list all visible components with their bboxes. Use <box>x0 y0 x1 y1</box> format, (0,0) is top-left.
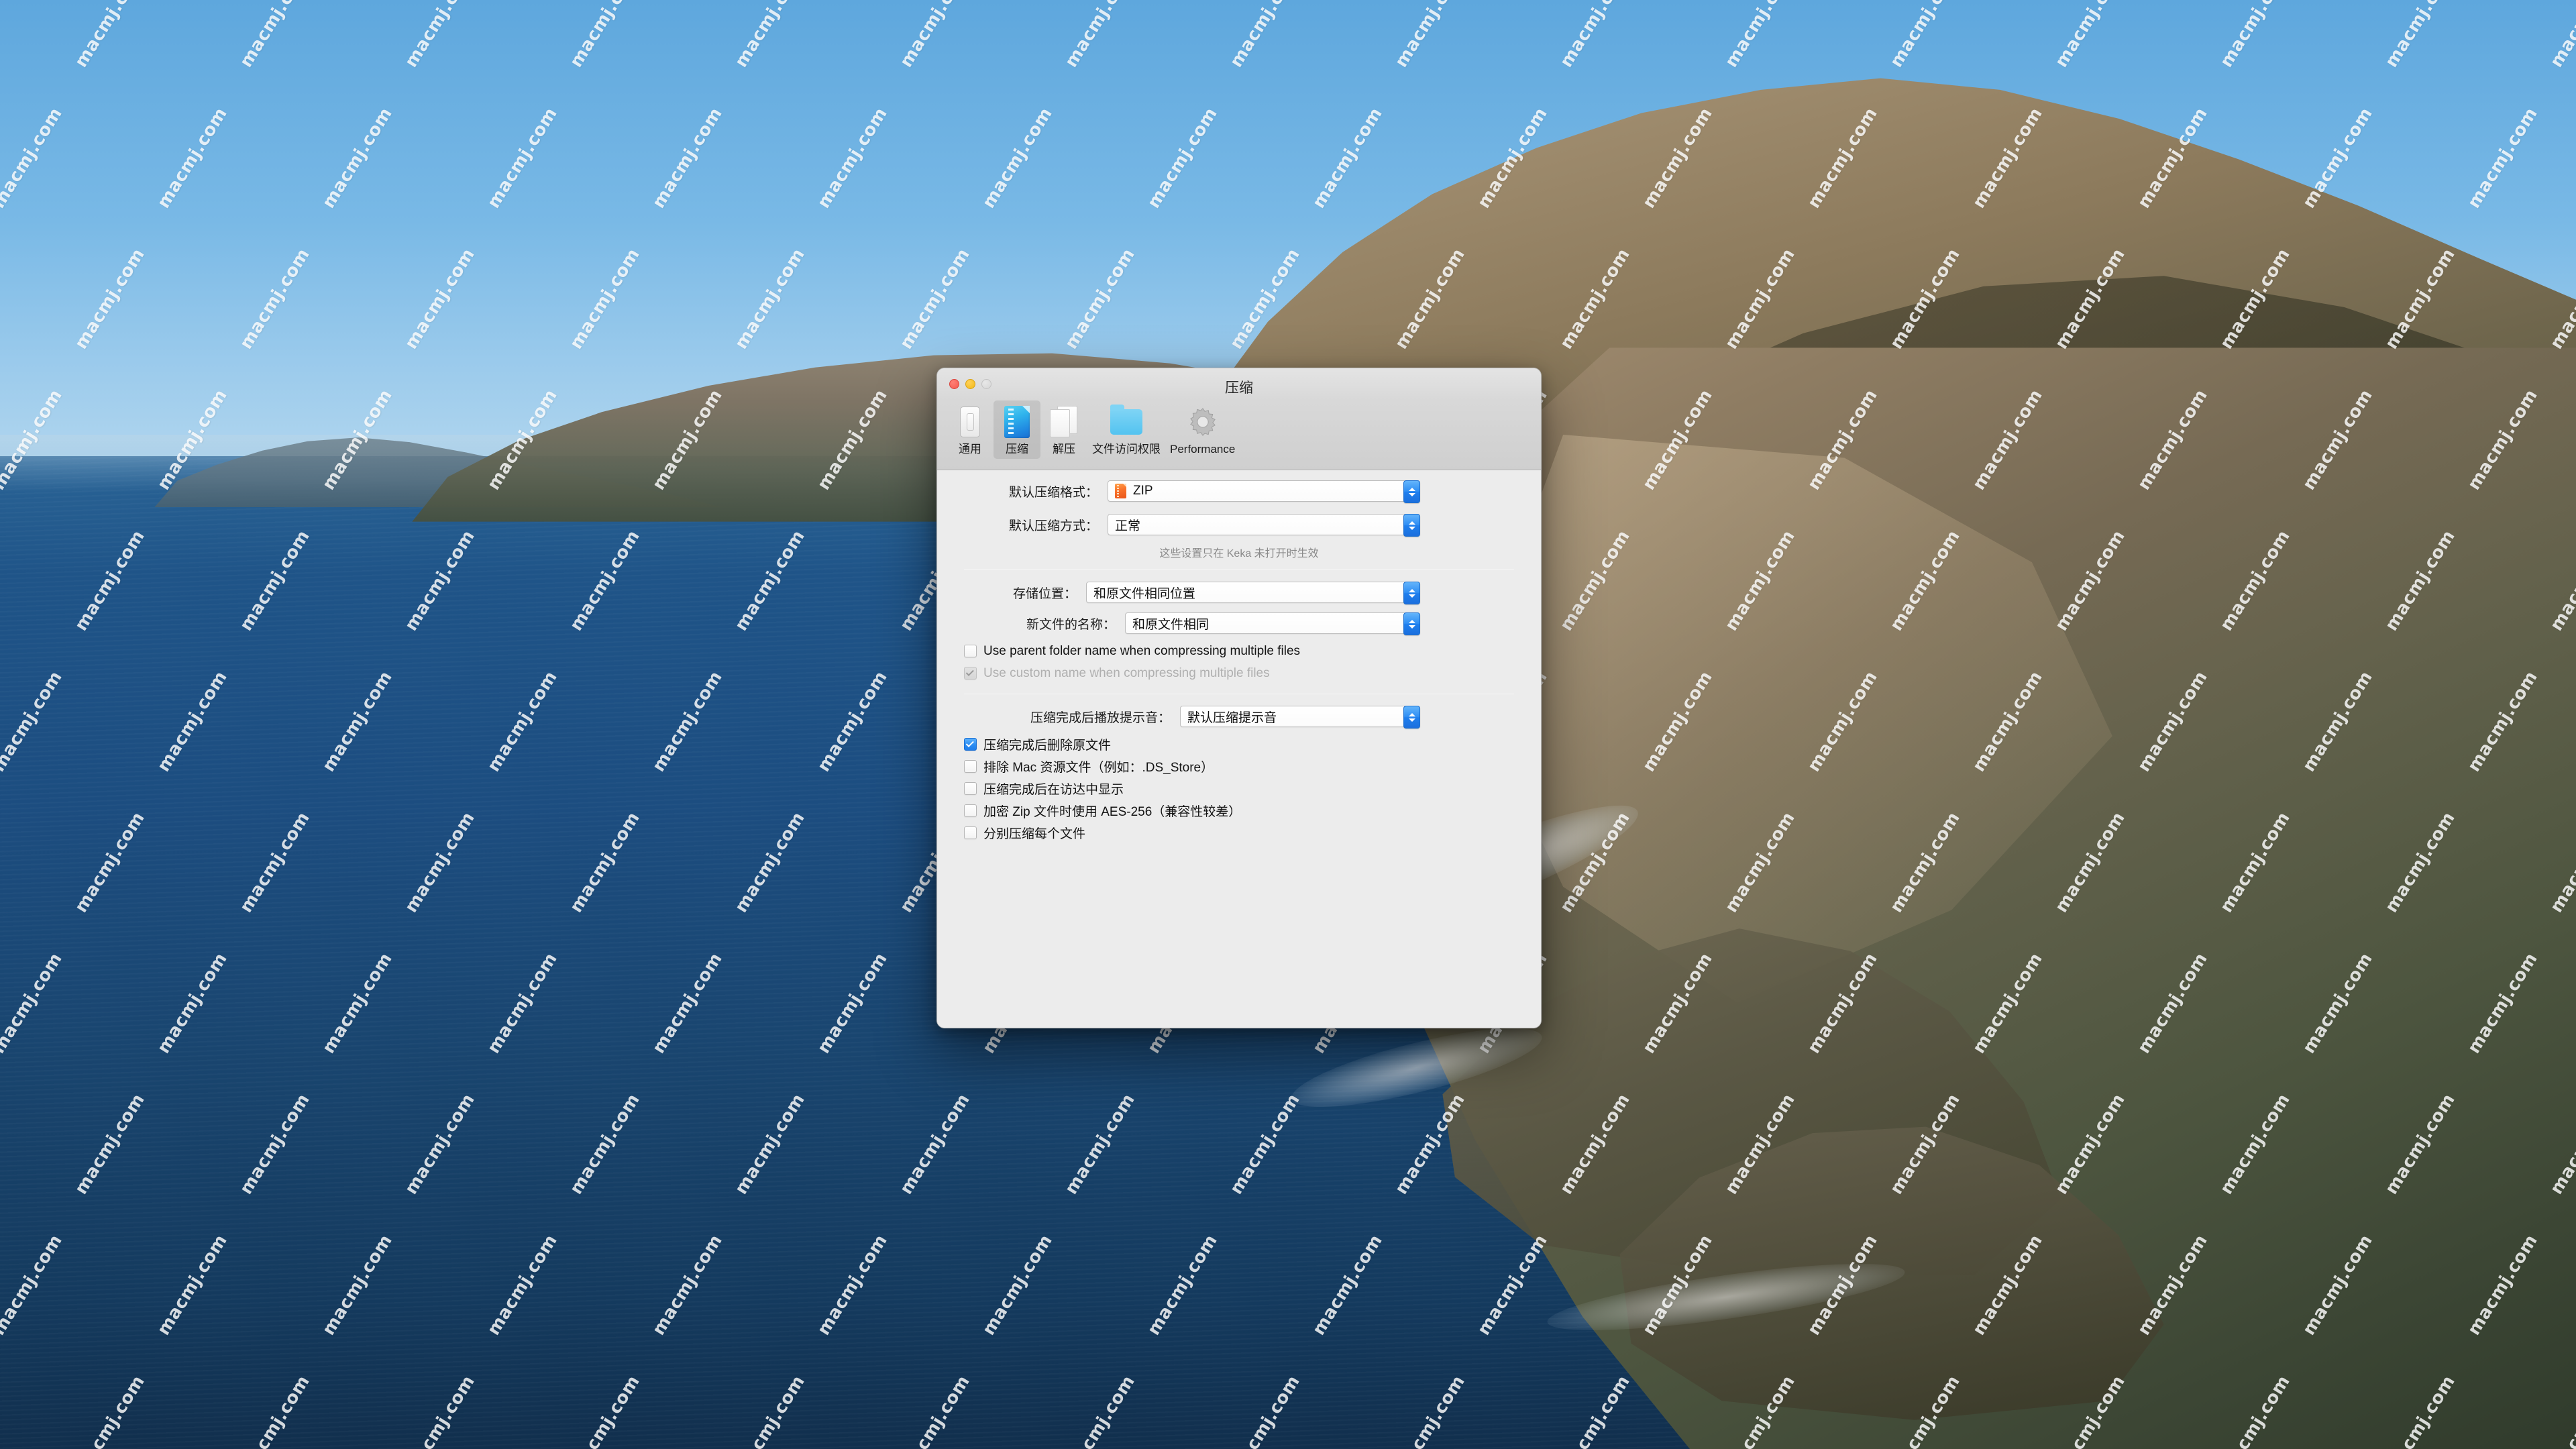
settings-hint: 这些设置只在 Keka 未打开时生效 <box>1159 548 1319 559</box>
new-file-name-value: 和原文件相同 <box>1132 617 1210 632</box>
preferences-toolbar: 通用 压缩 解压 文件访问权限 Performance <box>937 400 1541 470</box>
save-location-dropdown[interactable]: 和原文件相同位置 <box>1086 582 1420 604</box>
reveal-in-finder-label: 压缩完成后在访达中显示 <box>983 783 1124 797</box>
tab-file-access-label: 文件访问权限 <box>1092 443 1161 455</box>
sound-stepper[interactable] <box>1403 706 1420 729</box>
default-method-value: 正常 <box>1115 519 1141 533</box>
compress-each-checkbox[interactable] <box>964 826 977 839</box>
switch-icon <box>953 403 987 441</box>
checkbox-row-use-custom-name: Use custom name when compressing multipl… <box>937 662 1541 684</box>
row-new-file-name: 新文件的名称： 和原文件相同 <box>937 609 1541 637</box>
row-default-format: 默认压缩格式： ZIP <box>937 477 1541 505</box>
checkbox-row-compress-each[interactable]: 分别压缩每个文件 <box>937 822 1541 844</box>
use-custom-name-checkbox <box>964 667 977 680</box>
default-method-label: 默认压缩方式： <box>1008 519 1098 533</box>
sound-dropdown[interactable]: 默认压缩提示音 <box>1180 706 1420 729</box>
folder-icon <box>1109 403 1144 441</box>
tab-file-access[interactable]: 文件访问权限 <box>1087 400 1165 459</box>
use-parent-folder-label: Use parent folder name when compressing … <box>983 643 1301 658</box>
save-location-stepper[interactable] <box>1403 582 1420 604</box>
default-method-dropdown[interactable]: 正常 <box>1108 514 1420 537</box>
exclude-mac-resource-label: 排除 Mac 资源文件（例如：.DS_Store） <box>983 761 1214 775</box>
compress-each-label: 分别压缩每个文件 <box>983 827 1086 841</box>
tab-performance-label: Performance <box>1170 443 1236 455</box>
use-parent-folder-checkbox[interactable] <box>964 645 977 657</box>
save-location-value: 和原文件相同位置 <box>1093 586 1196 601</box>
new-file-name-dropdown[interactable]: 和原文件相同 <box>1125 612 1420 635</box>
checkbox-row-use-parent-folder[interactable]: Use parent folder name when compressing … <box>937 640 1541 662</box>
tab-general[interactable]: 通用 <box>947 400 994 459</box>
new-file-name-label: 新文件的名称： <box>1026 617 1116 632</box>
delete-after-checkbox[interactable] <box>964 738 977 751</box>
pages-icon <box>1046 403 1081 441</box>
window-titlebar: 压缩 <box>937 368 1541 400</box>
row-default-method: 默认压缩方式： 正常 <box>937 511 1541 539</box>
window-title: 压缩 <box>1225 380 1253 396</box>
tab-extraction-label: 解压 <box>1053 443 1075 455</box>
zip-archive-icon <box>1115 484 1126 498</box>
default-format-dropdown[interactable]: ZIP <box>1108 480 1420 503</box>
zip-file-icon <box>1000 403 1034 441</box>
sound-value: 默认压缩提示音 <box>1187 710 1277 725</box>
checkbox-row-aes-256[interactable]: 加密 Zip 文件时使用 AES-256（兼容性较差） <box>937 800 1541 822</box>
default-format-value: ZIP <box>1133 484 1153 498</box>
checkbox-row-reveal-in-finder[interactable]: 压缩完成后在访达中显示 <box>937 777 1541 800</box>
row-sound: 压缩完成后播放提示音： 默认压缩提示音 <box>937 702 1541 731</box>
delete-after-label: 压缩完成后删除原文件 <box>983 739 1112 753</box>
preferences-content: 默认压缩格式： ZIP 默认压缩方式： 正常 这些设置只在 Keka 未打开时生… <box>937 470 1541 1028</box>
save-location-label: 存储位置： <box>1012 586 1077 601</box>
default-format-label: 默认压缩格式： <box>1008 485 1098 500</box>
sound-label: 压缩完成后播放提示音： <box>1030 710 1171 725</box>
aes-256-checkbox[interactable] <box>964 804 977 817</box>
preferences-window: 压缩 通用 压缩 解压 文件访问权限 Performance 默认压缩格式： Z… <box>936 368 1542 1028</box>
tab-performance[interactable]: Performance <box>1165 400 1240 459</box>
tab-general-label: 通用 <box>959 443 981 455</box>
new-file-name-stepper[interactable] <box>1403 612 1420 635</box>
gear-icon <box>1185 403 1220 441</box>
checkbox-row-delete-after[interactable]: 压缩完成后删除原文件 <box>937 733 1541 755</box>
default-method-stepper[interactable] <box>1403 514 1420 537</box>
use-custom-name-label: Use custom name when compressing multipl… <box>983 665 1270 680</box>
tab-extraction[interactable]: 解压 <box>1040 400 1087 459</box>
checkbox-row-exclude-mac-resource[interactable]: 排除 Mac 资源文件（例如：.DS_Store） <box>937 755 1541 777</box>
default-format-stepper[interactable] <box>1403 480 1420 503</box>
reveal-in-finder-checkbox[interactable] <box>964 782 977 795</box>
row-save-location: 存储位置： 和原文件相同位置 <box>937 578 1541 606</box>
exclude-mac-resource-checkbox[interactable] <box>964 760 977 773</box>
tab-compression-label: 压缩 <box>1006 443 1028 455</box>
tab-compression[interactable]: 压缩 <box>994 400 1040 459</box>
aes-256-label: 加密 Zip 文件时使用 AES-256（兼容性较差） <box>983 805 1242 819</box>
